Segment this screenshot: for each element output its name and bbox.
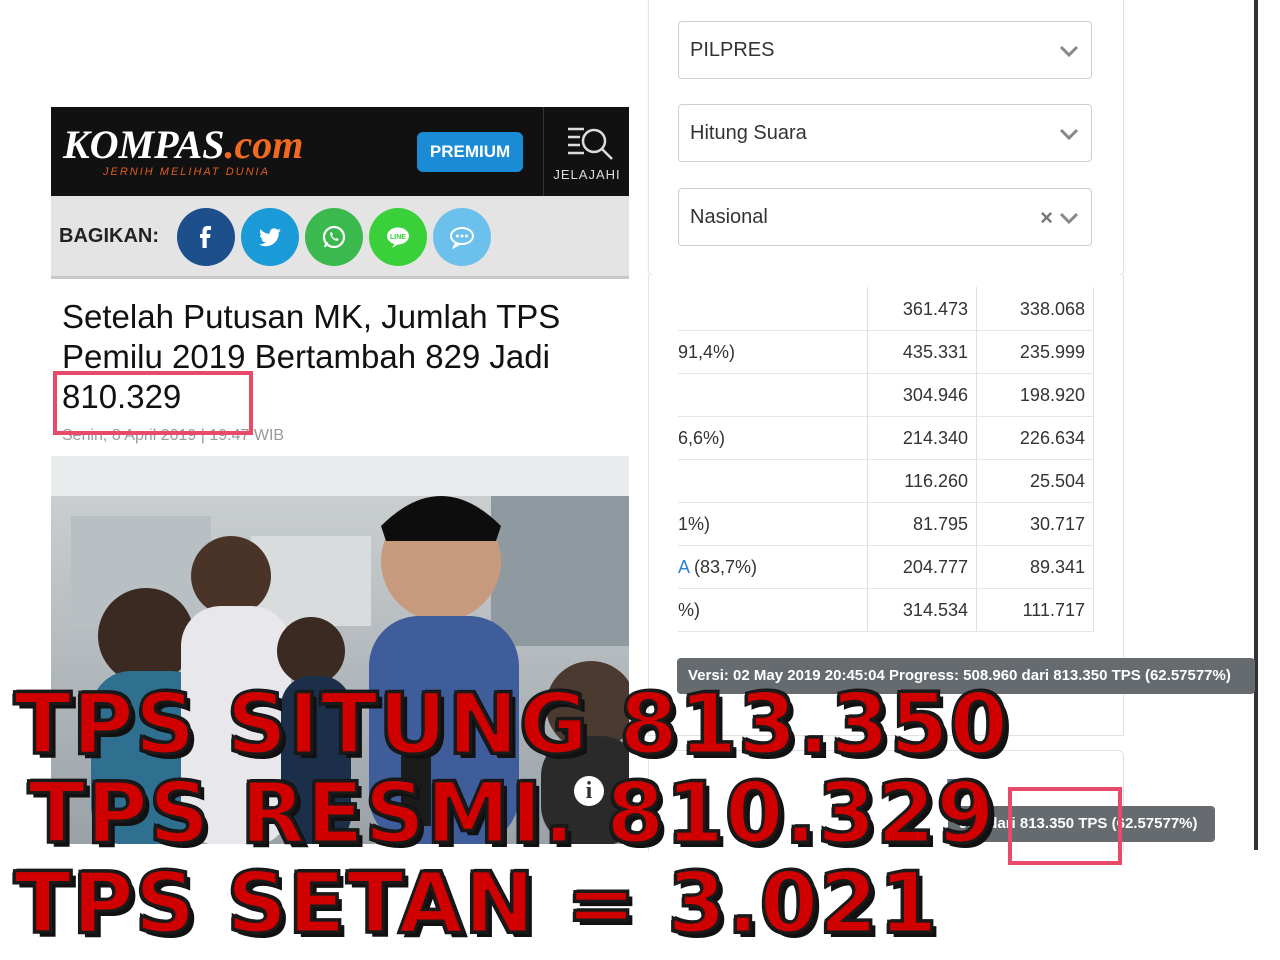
whatsapp-icon	[322, 225, 346, 249]
table-row: 116.260 25.504	[678, 459, 1094, 503]
row-name: A (83,7%)	[678, 557, 758, 577]
row-value-1: 204.777	[867, 545, 977, 588]
row-value-1: 435.331	[867, 330, 977, 373]
chevron-down-icon	[1059, 212, 1079, 225]
row-name: 91,4%)	[678, 342, 736, 362]
table-row: 304.946 198.920	[678, 373, 1094, 417]
svg-text:LINE: LINE	[390, 234, 406, 241]
row-name: %)	[678, 600, 700, 620]
filter-card: PILPRES Hitung Suara Nasional ×	[648, 0, 1124, 276]
overlay-line-setan: TPS SETAN = 3.021	[12, 854, 939, 952]
kompas-header: KOMPAS.com JERNIH MELIHAT DUNIA PREMIUM …	[51, 107, 629, 196]
share-label: BAGIKAN:	[59, 225, 159, 247]
logo-text: KOMPAS	[63, 122, 225, 167]
comment-icon	[450, 227, 474, 250]
election-select-value: PILPRES	[690, 39, 775, 61]
chevron-down-icon	[1059, 45, 1079, 58]
premium-button[interactable]: PREMIUM	[417, 132, 523, 172]
twitter-icon	[259, 228, 281, 247]
region-select[interactable]: Nasional ×	[678, 188, 1092, 246]
chevron-down-icon	[1059, 128, 1079, 141]
row-value-2: 198.920	[975, 373, 1094, 416]
mode-select-value: Hitung Suara	[690, 122, 807, 144]
comment-share-button[interactable]	[433, 208, 491, 266]
highlight-box-right	[1008, 787, 1122, 865]
facebook-share-button[interactable]	[177, 208, 235, 266]
jelajahi-label: JELAJAHI	[553, 167, 621, 182]
row-value-2: 89.341	[975, 545, 1094, 588]
row-value-1: 214.340	[867, 416, 977, 459]
region-select-value: Nasional	[690, 206, 768, 228]
line-icon: LINE	[387, 227, 409, 248]
row-value-2: 25.504	[975, 459, 1094, 502]
row-value-1: 304.946	[867, 373, 977, 416]
jelajahi-button[interactable]: JELAJAHI	[543, 107, 630, 196]
table-row: 361.473 338.068	[678, 287, 1094, 331]
kompas-logo[interactable]: KOMPAS.com	[63, 121, 303, 168]
row-value-1: 314.534	[867, 588, 977, 631]
page-edge-divider	[1254, 0, 1258, 850]
row-name: 6,6%)	[678, 428, 726, 448]
row-name: 1%)	[678, 514, 711, 534]
mode-select[interactable]: Hitung Suara	[678, 104, 1092, 162]
table-row: A (83,7%) 204.777 89.341	[678, 545, 1094, 589]
table-row: 1%) 81.795 30.717	[678, 502, 1094, 546]
table-row: 6,6%) 214.340 226.634	[678, 416, 1094, 460]
table-row: %) 314.534 111.717	[678, 588, 1094, 632]
row-value-1: 116.260	[867, 459, 977, 502]
row-value-1: 361.473	[867, 287, 977, 330]
share-bar: BAGIKAN: LINE	[51, 196, 629, 279]
row-value-2: 338.068	[975, 287, 1094, 330]
row-value-2: 226.634	[975, 416, 1094, 459]
logo-domain: .com	[224, 122, 304, 167]
overlay-line-resmi: TPS RESMI. 810.329	[27, 764, 997, 862]
row-value-1: 81.795	[867, 502, 977, 545]
facebook-icon	[200, 226, 211, 248]
highlight-box-left	[53, 371, 253, 435]
twitter-share-button[interactable]	[241, 208, 299, 266]
overlay-line-situng: TPS SITUNG 813.350	[13, 675, 1010, 773]
row-value-2: 30.717	[975, 502, 1094, 545]
whatsapp-share-button[interactable]	[305, 208, 363, 266]
row-value-2: 111.717	[975, 588, 1094, 631]
table-row: 91,4%) 435.331 235.999	[678, 330, 1094, 374]
clear-icon[interactable]: ×	[1040, 205, 1053, 231]
line-share-button[interactable]: LINE	[369, 208, 427, 266]
search-menu-icon	[568, 127, 613, 160]
kompas-tagline: JERNIH MELIHAT DUNIA	[103, 166, 270, 178]
election-select[interactable]: PILPRES	[678, 21, 1092, 79]
row-value-2: 235.999	[975, 330, 1094, 373]
